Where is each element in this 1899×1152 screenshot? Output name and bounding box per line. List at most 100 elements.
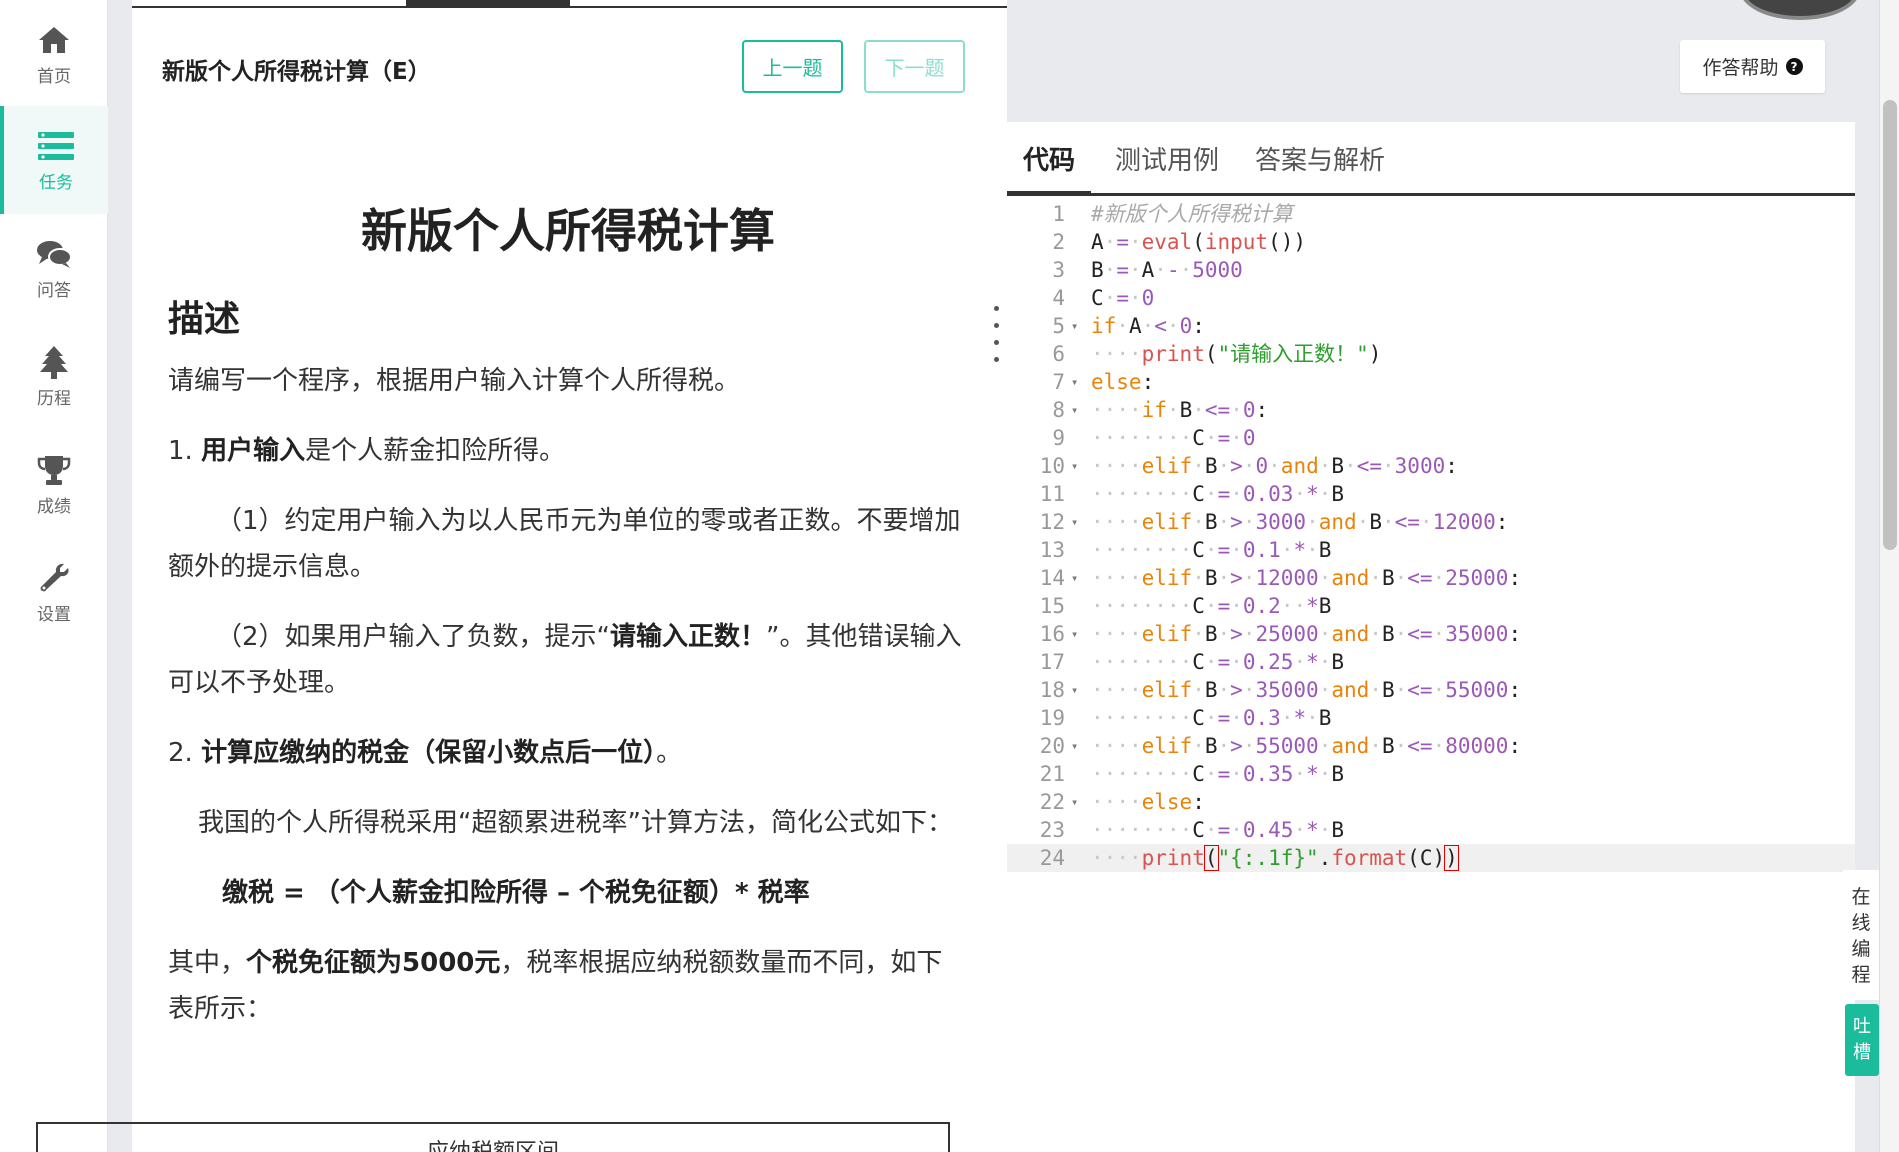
point-1-num: 1.: [168, 436, 193, 466]
code-text: B·=·A·-·5000: [1091, 258, 1243, 282]
line-number: 15: [1039, 594, 1065, 618]
code-text: ····print("请输入正数！"): [1091, 342, 1382, 366]
code-line[interactable]: 10 ▾ ····elif·B·>·0·and·B·<=·3000:: [1007, 452, 1855, 480]
code-line[interactable]: 19 ········C·=·0.3·*·B: [1007, 704, 1855, 732]
fold-arrow-icon[interactable]: ▾: [1071, 452, 1078, 480]
answer-help-button[interactable]: 作答帮助 ?: [1680, 40, 1825, 93]
line-number: 22: [1039, 790, 1065, 814]
line-number: 6: [1052, 342, 1065, 366]
code-line[interactable]: 15 ········C·=·0.2··*B: [1007, 592, 1855, 620]
code-line[interactable]: 16 ▾ ····elif·B·>·25000·and·B·<=·35000:: [1007, 620, 1855, 648]
prev-question-button[interactable]: 上一题: [742, 40, 843, 93]
code-line[interactable]: 13 ········C·=·0.1·*·B: [1007, 536, 1855, 564]
code-editor-panel: 代码 测试用例 答案与解析 1 #新版个人所得税计算 2 A·=·eval(input…: [1007, 122, 1855, 1152]
code-line[interactable]: 22 ▾ ····else:: [1007, 788, 1855, 816]
description-heading: 描述: [168, 299, 241, 340]
chat-icon: [36, 236, 72, 272]
tax-table-header: 应纳税额区间: [36, 1122, 950, 1152]
code-line[interactable]: 21 ········C·=·0.35·*·B: [1007, 760, 1855, 788]
fold-arrow-icon[interactable]: ▾: [1071, 732, 1078, 760]
fold-arrow-icon[interactable]: ▾: [1071, 564, 1078, 592]
problem-content: 新版个人所得税计算 描述 请编写一个程序，根据用户输入计算个人所得税。 1. 用…: [168, 200, 968, 1056]
sidebar-item-history[interactable]: 历程: [0, 322, 108, 430]
fold-arrow-icon[interactable]: ▾: [1071, 620, 1078, 648]
code-line[interactable]: 8 ▾ ····if·B·<=·0:: [1007, 396, 1855, 424]
fold-arrow-icon[interactable]: ▾: [1071, 676, 1078, 704]
code-line[interactable]: 5 ▾ if·A·<·0:: [1007, 312, 1855, 340]
code-line[interactable]: 3 B·=·A·-·5000: [1007, 256, 1855, 284]
code-text: ········C·=·0.35·*·B: [1091, 762, 1345, 786]
point-2-num: 2.: [168, 738, 193, 768]
sidebar-item-label: 问答: [37, 280, 71, 301]
next-question-button[interactable]: 下一题: [864, 40, 965, 93]
sidebar-item-home[interactable]: 首页: [0, 0, 108, 108]
point-1-rest: 是个人薪金扣险所得。: [305, 436, 566, 466]
code-text: ········C·=·0.45·*·B: [1091, 818, 1345, 842]
point-2-bold: 计算应缴纳的税金（保留小数点后一位）: [201, 738, 657, 768]
sidebar-item-scores[interactable]: 成绩: [0, 430, 108, 538]
code-line[interactable]: 2 A·=·eval(input()): [1007, 228, 1855, 256]
fold-arrow-icon[interactable]: ▾: [1071, 396, 1078, 424]
code-line[interactable]: 11 ········C·=·0.03·*·B: [1007, 480, 1855, 508]
where-text-bold: 个税免征额为5000元: [246, 948, 501, 978]
code-line[interactable]: 18 ▾ ····elif·B·>·35000·and·B·<=·55000:: [1007, 676, 1855, 704]
tax-formula: 缴税 = （个人薪金扣险所得 – 个税免征额）* 税率: [222, 878, 810, 908]
tree-icon: [36, 344, 72, 380]
sidebar-item-settings[interactable]: 设置: [0, 538, 108, 646]
code-text: ········C·=·0.2··*B: [1091, 594, 1332, 618]
code-editor[interactable]: 1 #新版个人所得税计算 2 A·=·eval(input()) 3 B·=·A·-·50…: [1007, 200, 1855, 872]
code-text: ····print("{:.1f}".format(C)): [1091, 845, 1459, 871]
sub-point-1: （1）约定用户输入为以人民币元为单位的零或者正数。不要增加额外的提示信息。: [168, 506, 961, 582]
line-number: 14: [1039, 566, 1065, 590]
sub-point-2: （2）如果用户输入了负数，提示“请输入正数！”。其他错误输入可以不予处理。: [168, 614, 968, 706]
code-text: C·=·0: [1091, 286, 1155, 310]
code-line[interactable]: 1 #新版个人所得税计算: [1007, 200, 1855, 228]
sidebar-item-label: 历程: [37, 388, 71, 409]
line-number: 5: [1052, 314, 1065, 338]
code-text: ········C·=·0.03·*·B: [1091, 482, 1345, 506]
sub-point-2-bold: 请输入正数！: [610, 622, 767, 652]
sidebar-item-label: 首页: [37, 66, 71, 87]
line-number: 21: [1039, 762, 1065, 786]
code-line[interactable]: 24 ····print("{:.1f}".format(C)): [1007, 844, 1855, 872]
where-text-a: 其中，: [168, 948, 247, 978]
point-2-end: 。: [656, 738, 683, 768]
trophy-icon: [36, 452, 72, 488]
fold-arrow-icon[interactable]: ▾: [1071, 508, 1078, 536]
tab-answer-analysis[interactable]: 答案与解析: [1255, 140, 1385, 196]
code-text: #新版个人所得税计算: [1091, 202, 1293, 226]
line-number: 18: [1039, 678, 1065, 702]
code-line[interactable]: 23 ········C·=·0.45·*·B: [1007, 816, 1855, 844]
code-line[interactable]: 6 ····print("请输入正数！"): [1007, 340, 1855, 368]
code-line[interactable]: 4 C·=·0: [1007, 284, 1855, 312]
sidebar-item-label: 成绩: [37, 496, 71, 517]
answer-help-label: 作答帮助: [1702, 57, 1779, 79]
code-line[interactable]: 7 ▾ else:: [1007, 368, 1855, 396]
online-coding-tab[interactable]: 在线编程: [1843, 870, 1879, 1000]
sidebar-item-tasks[interactable]: 任务: [0, 106, 108, 214]
point-1-bold: 用户输入: [201, 436, 306, 466]
line-number: 4: [1052, 286, 1065, 310]
code-text: ····else:: [1091, 790, 1205, 814]
panel-resize-handle[interactable]: [993, 306, 999, 362]
gutter: [108, 0, 132, 1152]
fold-arrow-icon[interactable]: ▾: [1071, 312, 1078, 340]
fold-arrow-icon[interactable]: ▾: [1071, 788, 1078, 816]
tab-code[interactable]: 代码: [1007, 140, 1092, 196]
code-text: ········C·=·0: [1091, 426, 1256, 450]
intro-text: 请编写一个程序，根据用户输入计算个人所得税。: [168, 366, 741, 396]
line-number: 13: [1039, 538, 1065, 562]
point-2: 2. 计算应缴纳的税金（保留小数点后一位）。: [168, 730, 968, 776]
code-line[interactable]: 9 ········C·=·0: [1007, 424, 1855, 452]
page-scrollbar[interactable]: [1879, 0, 1899, 1152]
code-line[interactable]: 14 ▾ ····elif·B·>·12000·and·B·<=·25000:: [1007, 564, 1855, 592]
code-text: ····elif·B·>·35000·and·B·<=·55000:: [1091, 678, 1522, 702]
code-line[interactable]: 12 ▾ ····elif·B·>·3000·and·B·<=·12000:: [1007, 508, 1855, 536]
tab-test-cases[interactable]: 测试用例: [1115, 140, 1219, 196]
scrollbar-thumb[interactable]: [1883, 100, 1897, 550]
sidebar-item-qa[interactable]: 问答: [0, 214, 108, 322]
feedback-button[interactable]: 吐槽: [1845, 1004, 1879, 1076]
fold-arrow-icon[interactable]: ▾: [1071, 368, 1078, 396]
code-line[interactable]: 20 ▾ ····elif·B·>·55000·and·B·<=·80000:: [1007, 732, 1855, 760]
code-line[interactable]: 17 ········C·=·0.25·*·B: [1007, 648, 1855, 676]
